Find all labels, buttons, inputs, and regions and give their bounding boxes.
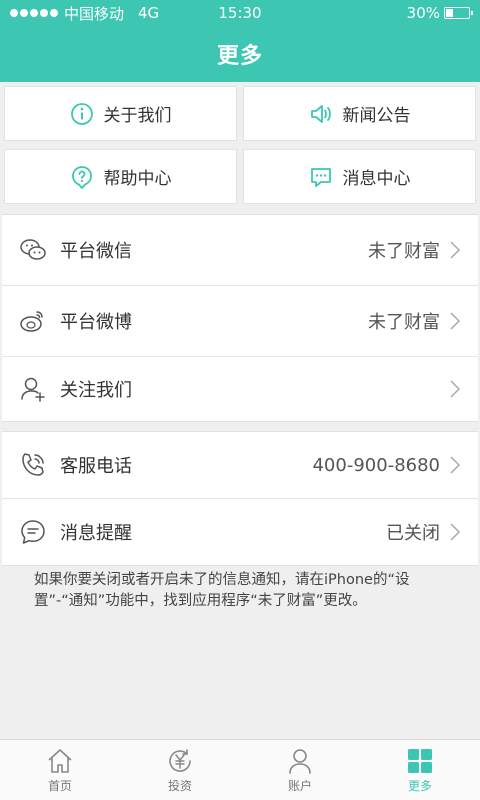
home-icon	[48, 748, 72, 773]
tab-more[interactable]: 更多	[360, 740, 480, 800]
weibo-value: 未了财富	[368, 312, 440, 333]
chevron-right-icon	[450, 523, 461, 541]
weibo-row[interactable]: 平台微博 未了财富	[2, 286, 478, 357]
service-group: 客服电话 400-900-8680 消息提醒 已关闭	[2, 431, 478, 566]
signal-icon	[10, 9, 58, 17]
battery-percent: 30%	[406, 4, 440, 22]
tab-home[interactable]: 首页	[0, 740, 120, 800]
tab-invest-label: 投资	[167, 778, 192, 793]
follow-us-row[interactable]: 关注我们	[2, 357, 478, 421]
service-phone-label: 客服电话	[60, 456, 132, 477]
carrier-name: 中国移动	[64, 4, 125, 23]
message-reminder-row[interactable]: 消息提醒 已关闭	[2, 499, 478, 565]
follow-us-label: 关注我们	[60, 380, 132, 401]
service-phone-value: 400-900-8680	[312, 454, 440, 476]
news-label: 新闻公告	[342, 106, 411, 126]
message-reminder-label: 消息提醒	[60, 523, 132, 544]
help-center-label: 帮助中心	[103, 169, 172, 189]
wechat-value: 未了财富	[368, 241, 440, 262]
tab-bar: 首页 投资 账户 更多	[0, 739, 480, 800]
tab-account-label: 账户	[287, 778, 312, 793]
grid-icon	[408, 748, 432, 773]
add-user-icon	[21, 377, 45, 402]
chevron-right-icon	[450, 380, 461, 398]
status-bar: 中国移动 4G 30%	[0, 0, 480, 26]
social-group: 平台微信 未了财富 平台微博 未了财富 关注我们	[2, 214, 478, 422]
message-icon	[310, 167, 331, 187]
weibo-icon	[20, 311, 43, 332]
chat-icon	[21, 520, 45, 544]
header: 中国移动 4G 30% 15:30 更多	[0, 0, 480, 82]
info-icon	[70, 102, 93, 125]
invest-icon	[169, 748, 191, 772]
speaker-icon	[310, 104, 331, 123]
phone-icon	[22, 453, 44, 476]
message-reminder-value: 已关闭	[386, 523, 440, 544]
account-icon	[289, 748, 311, 774]
wechat-icon	[20, 239, 46, 260]
message-center-button[interactable]: 消息中心	[243, 149, 476, 204]
news-button[interactable]: 新闻公告	[243, 86, 476, 141]
message-center-label: 消息中心	[342, 169, 411, 189]
tab-home-label: 首页	[47, 778, 72, 793]
chevron-right-icon	[450, 456, 461, 474]
help-icon	[71, 165, 92, 189]
about-us-label: 关于我们	[103, 106, 172, 126]
chevron-right-icon	[450, 312, 461, 330]
tab-account[interactable]: 账户	[240, 740, 360, 800]
battery-icon	[444, 7, 473, 19]
network-type: 4G	[138, 4, 160, 22]
battery-status: 30%	[406, 4, 473, 22]
wechat-label: 平台微信	[60, 241, 132, 262]
help-center-button[interactable]: 帮助中心	[4, 149, 237, 204]
page-title: 更多	[216, 44, 263, 69]
notification-hint: 如果你要关闭或者开启未了的信息通知，请在iPhone的“设置”-“通知”功能中，…	[34, 572, 410, 609]
wechat-row[interactable]: 平台微信 未了财富	[2, 215, 478, 286]
quick-grid: 关于我们 新闻公告 帮助中心 消息中心	[4, 86, 476, 212]
service-phone-row[interactable]: 客服电话 400-900-8680	[2, 432, 478, 499]
tab-more-label: 更多	[407, 778, 432, 793]
weibo-label: 平台微博	[60, 312, 132, 333]
about-us-button[interactable]: 关于我们	[4, 86, 237, 141]
tab-invest[interactable]: 投资	[120, 740, 240, 800]
chevron-right-icon	[450, 241, 461, 259]
